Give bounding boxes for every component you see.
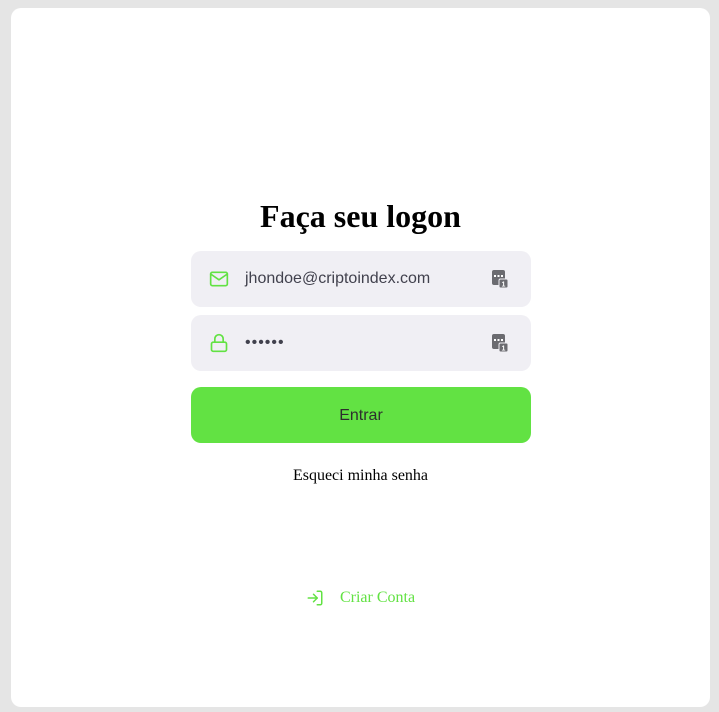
forgot-password-link[interactable]: Esqueci minha senha — [11, 465, 710, 487]
lock-icon — [210, 333, 228, 353]
login-card: Faça seu logon jhondoe@criptoindex.com 1… — [11, 8, 710, 707]
password-input[interactable]: •••••• — [245, 315, 285, 371]
submit-button[interactable]: Entrar — [191, 387, 531, 443]
password-manager-icon[interactable]: 1 — [491, 269, 509, 289]
log-in-icon — [307, 590, 323, 606]
create-account-label: Criar Conta — [339, 589, 416, 606]
svg-text:1: 1 — [502, 346, 506, 353]
create-account-link[interactable]: Criar Conta — [11, 586, 710, 610]
email-input[interactable]: jhondoe@criptoindex.com — [245, 251, 430, 307]
password-manager-icon[interactable]: 1 — [491, 333, 509, 353]
email-field[interactable]: jhondoe@criptoindex.com 1 — [191, 251, 531, 307]
page-title: Faça seu logon — [260, 198, 461, 234]
mail-icon — [209, 271, 229, 287]
svg-text:1: 1 — [502, 282, 506, 289]
password-field[interactable]: •••••• 1 — [191, 315, 531, 371]
